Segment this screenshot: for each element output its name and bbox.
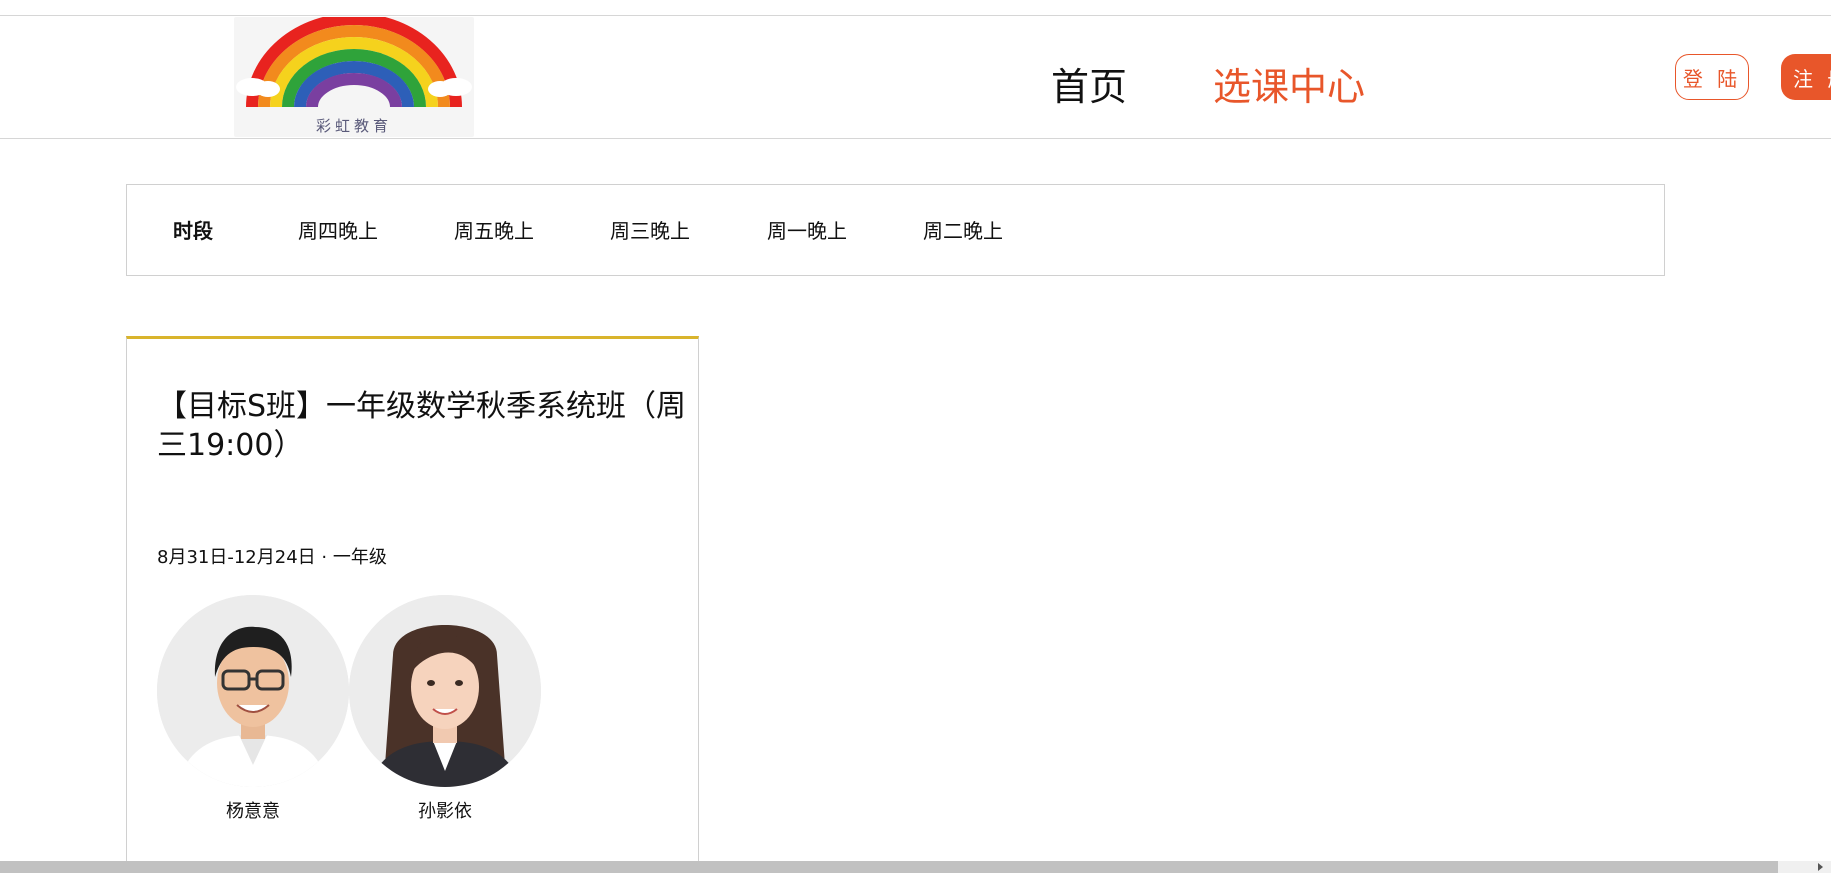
nav-home-link[interactable]: 首页 <box>1051 56 1127 111</box>
logo-text: 彩虹教育 <box>315 117 392 135</box>
teacher-photo-icon <box>349 595 541 787</box>
teacher-card: 杨意意 <box>157 595 349 823</box>
teacher-name: 杨意意 <box>226 801 280 822</box>
course-card[interactable]: 【目标S班】一年级数学秋季系统班（周三19:00） 8月31日-12月24日 ·… <box>126 336 699 873</box>
filter-option-monday-evening[interactable]: 周一晚上 <box>767 215 847 244</box>
teacher-card: 孙影依 <box>349 595 541 823</box>
course-title[interactable]: 【目标S班】一年级数学秋季系统班（周三19:00） <box>157 387 687 465</box>
female-teacher-avatar <box>349 595 541 787</box>
register-button[interactable]: 注 册 <box>1781 54 1831 100</box>
filter-option-wednesday-evening[interactable]: 周三晚上 <box>610 215 690 244</box>
site-header: 彩虹教育 首页 选课中心 登 陆 注 册 <box>0 16 1831 139</box>
login-button[interactable]: 登 陆 <box>1675 54 1749 100</box>
teacher-photo-icon <box>157 595 349 787</box>
page: 彩虹教育 首页 选课中心 登 陆 注 册 时段 周四晚上 周五晚上 周三晚上 周… <box>0 0 1831 873</box>
rainbow-icon <box>236 17 472 108</box>
scrollbar-thumb[interactable] <box>0 861 1778 873</box>
filter-label: 时段 <box>173 219 213 243</box>
filter-option-friday-evening[interactable]: 周五晚上 <box>454 215 534 244</box>
scroll-right-arrow-icon[interactable] <box>1818 863 1823 871</box>
time-slot-filter-bar: 时段 周四晚上 周五晚上 周三晚上 周一晚上 周二晚上 <box>126 184 1665 276</box>
course-date-grade: 8月31日-12月24日 · 一年级 <box>157 547 387 568</box>
horizontal-scrollbar[interactable] <box>0 861 1831 873</box>
male-teacher-avatar <box>157 595 349 787</box>
nav-course-center-link[interactable]: 选课中心 <box>1213 56 1365 111</box>
teacher-name: 孙影依 <box>418 801 472 822</box>
filter-option-thursday-evening[interactable]: 周四晚上 <box>298 215 378 244</box>
rainbow-logo[interactable]: 彩虹教育 <box>234 17 474 137</box>
filter-option-tuesday-evening[interactable]: 周二晚上 <box>923 215 1003 244</box>
